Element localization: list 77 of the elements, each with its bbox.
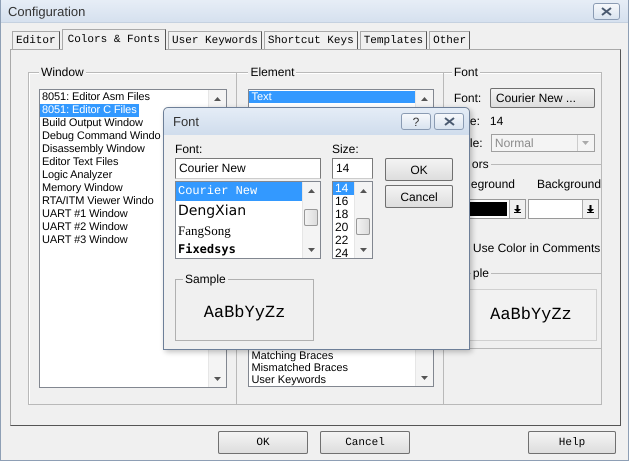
window-title: Configuration (8, 4, 86, 18)
tab[interactable]: Templates (360, 31, 428, 49)
scroll-thumb[interactable] (356, 218, 370, 235)
list-item[interactable]: Disassembly Window (40, 143, 147, 156)
close-icon (444, 117, 454, 126)
list-item[interactable]: Build Output Window (40, 117, 145, 130)
list-item[interactable]: Debug Command Windo (40, 130, 163, 143)
font-item[interactable]: DengXian (176, 201, 302, 221)
close-button[interactable] (434, 113, 464, 130)
size-list[interactable]: 14 16 18 20 22 24 (332, 181, 373, 259)
size-value: 14 (490, 114, 504, 128)
scroll-thumb[interactable] (304, 209, 318, 226)
list-item[interactable]: 8051: Editor Asm Files (40, 91, 152, 104)
sample-text: AaBbYyZz (202, 302, 286, 324)
group-label: Element (248, 65, 296, 79)
down-arrow-icon (582, 141, 590, 145)
list-item[interactable]: Logic Analyzer (40, 169, 114, 182)
tab[interactable]: Editor (12, 31, 60, 49)
cancel-button[interactable]: Cancel (385, 185, 453, 208)
list-item[interactable]: UART #3 Window (40, 234, 130, 247)
size-item[interactable]: 22 (333, 234, 354, 247)
up-arrow-icon (214, 96, 222, 100)
list-item[interactable]: UART #2 Window (40, 221, 130, 234)
scrollbar[interactable] (302, 182, 320, 258)
font-item[interactable]: Fixedsys (176, 240, 302, 258)
list-item[interactable]: Memory Window (40, 182, 125, 195)
field-label: eground (470, 177, 515, 191)
group-label: Sample (183, 272, 228, 286)
down-arrow-icon (586, 205, 594, 213)
size-item[interactable]: 16 (333, 195, 354, 208)
tab[interactable]: Other (429, 31, 470, 49)
list-item[interactable]: UART #1 Window (40, 208, 130, 221)
tab[interactable]: User Keywords (168, 31, 262, 49)
field-label: Background (536, 177, 601, 191)
sample-text: AaBbYyZz (490, 306, 572, 324)
scrollbar[interactable] (354, 182, 372, 258)
field-label: e: (470, 114, 481, 128)
size-item[interactable]: 24 (333, 247, 354, 258)
up-arrow-icon (308, 188, 315, 192)
list-item[interactable]: Matching Braces (249, 350, 415, 362)
close-button[interactable] (593, 2, 620, 20)
down-arrow-icon (420, 376, 428, 380)
dialog-button[interactable]: OK (218, 431, 308, 454)
field-label: le: (470, 136, 484, 150)
up-arrow-icon (420, 96, 428, 100)
list-item[interactable]: Editor Text Files (40, 156, 120, 169)
dialog-button[interactable]: Cancel (320, 431, 410, 454)
down-arrow-icon (514, 205, 521, 213)
color-picker[interactable] (528, 199, 599, 219)
font-item[interactable]: FangSong (176, 221, 302, 240)
list-item[interactable]: RTA/ITM Viewer Windo (40, 195, 156, 208)
close-icon (601, 6, 612, 16)
size-input[interactable]: 14 (332, 158, 373, 179)
group-label: Font (452, 65, 480, 79)
size-item[interactable]: 18 (333, 208, 354, 221)
down-arrow-icon (360, 248, 367, 252)
list-item[interactable]: User Keywords (249, 374, 415, 386)
down-arrow-icon (308, 248, 315, 252)
help-button[interactable]: ? (401, 113, 431, 130)
font-button[interactable]: Courier New ... (490, 88, 595, 108)
group-label: ple (470, 266, 491, 280)
group-label: Window (39, 65, 86, 79)
dialog-title: Font (173, 114, 200, 129)
ok-button[interactable]: OK (385, 158, 453, 181)
down-arrow-icon (214, 376, 222, 380)
checkbox-label: Use Color in Comments (472, 241, 600, 255)
font-list[interactable]: Courier New DengXian FangSong Fixedsys (175, 181, 321, 259)
tab[interactable]: Colors & Fonts (62, 29, 166, 50)
size-item[interactable]: 20 (333, 221, 354, 234)
field-label: Font: (454, 91, 482, 105)
field-label: Font: (175, 143, 204, 158)
field-label: Size: (332, 143, 360, 158)
tab[interactable]: Shortcut Keys (264, 31, 358, 49)
up-arrow-icon (360, 188, 367, 192)
list-item[interactable]: Mismatched Braces (249, 362, 415, 374)
font-input[interactable]: Courier New (175, 158, 321, 179)
dialog-button[interactable]: Help (528, 431, 616, 454)
